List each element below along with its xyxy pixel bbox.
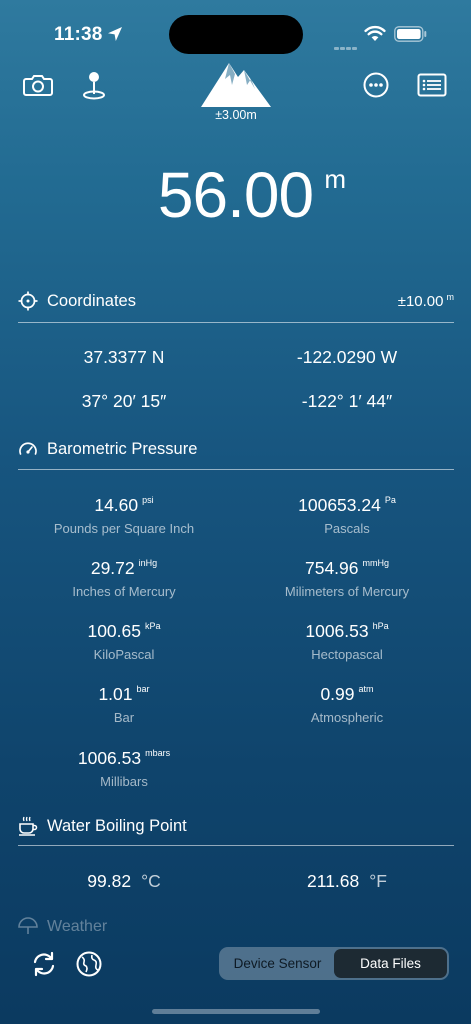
boiling-header: Water Boiling Point [18,809,454,843]
latitude-dms: 37° 20′ 15″ [81,391,167,411]
refresh-icon [33,951,55,977]
camera-button[interactable] [22,69,54,101]
camera-icon [23,75,53,96]
latitude-decimal: 37.3377 N [83,347,165,367]
segment-data-files[interactable]: Data Files [334,949,447,978]
altitude-display: 56.00 m [0,158,471,232]
altitude-unit: m [324,164,346,194]
status-time: 11:38 [54,24,103,45]
boiling-title: Water Boiling Point [47,816,187,835]
weather-title: Weather [47,918,108,935]
divider [18,322,454,323]
gps-accuracy: ±3.00m [215,108,257,122]
altitude-value: 56.00 [157,159,314,231]
more-circle-icon [363,72,389,98]
globe-button[interactable] [73,948,105,980]
source-segmented-control[interactable]: Device Sensor Data Files [219,947,449,980]
pressure-hpa: 1006.53 hPa Hectopascal [305,621,389,662]
map-pin-icon [83,72,105,100]
pressure-bar: 1.01 bar Bar [98,684,150,725]
list-view-button[interactable] [416,69,448,101]
pressure-header: Barometric Pressure [18,432,454,466]
location-arrow-icon [108,27,122,41]
divider [18,845,454,846]
gauge-icon [19,442,37,455]
longitude-decimal: -122.0290 W [296,347,398,367]
location-pin-button[interactable] [78,69,110,101]
mountain-logo-icon [201,63,271,107]
pressure-inhg: 29.72 inHg Inches of Mercury [72,558,176,599]
refresh-button[interactable] [28,948,60,980]
coffee-cup-icon [19,816,38,836]
crosshair-icon [18,291,38,311]
longitude-dms: -122° 1′ 44″ [301,391,393,411]
coordinates-header: Coordinates ±10.00 m [18,284,454,318]
battery-icon [394,26,427,42]
boiling-fahrenheit: 211.68 °F [307,871,387,891]
pressure-pascals: 100653.24 Pa Pascals [298,495,396,536]
weather-header: Weather [18,917,107,937]
coordinates-title: Coordinates [47,291,136,310]
globe-icon [76,951,102,977]
pressure-atm: 0.99 atm Atmospheric [310,684,384,725]
pressure-psi: 14.60 psi Pounds per Square Inch [53,495,195,536]
pressure-mbar: 1006.53 mbars Millibars [77,748,171,789]
divider [18,469,454,470]
coordinates-accuracy: ±10.00 m [397,292,454,310]
dynamic-island [169,15,303,54]
pressure-mmhg: 754.96 mmHg Milimeters of Mercury [284,558,410,599]
umbrella-icon [18,917,38,934]
boiling-celsius: 99.82 °C [87,871,161,891]
pressure-title: Barometric Pressure [47,439,198,458]
more-options-button[interactable] [360,69,392,101]
segment-device-sensor[interactable]: Device Sensor [221,949,334,978]
wifi-icon [364,25,386,41]
pressure-kpa: 100.65 kPa KiloPascal [87,621,161,662]
cellular-signal-icon [334,37,358,55]
home-indicator [152,1009,320,1014]
list-icon [417,73,447,97]
